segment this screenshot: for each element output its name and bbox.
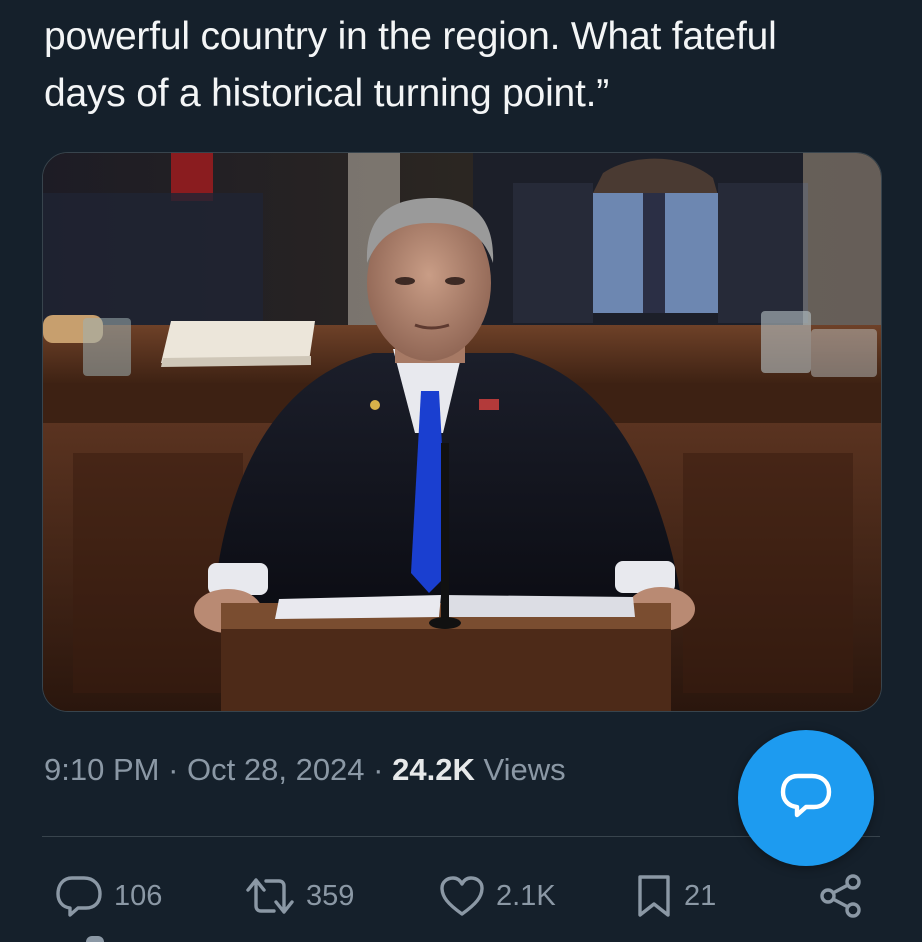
bookmark-count: 21 bbox=[684, 879, 717, 912]
share-button[interactable] bbox=[818, 872, 864, 920]
photo-illustration bbox=[43, 153, 881, 711]
tweet-text: powerful country in the region. What fat… bbox=[44, 8, 884, 122]
offscreen-element-peek bbox=[86, 936, 104, 942]
tweet-text-line-1: powerful country in the region. What fat… bbox=[44, 15, 777, 58]
views-count[interactable]: 24.2K bbox=[392, 752, 475, 787]
tweet-text-line-2: days of a historical turning point.” bbox=[44, 72, 610, 115]
bookmark-button[interactable]: 21 bbox=[634, 872, 716, 920]
like-count: 2.1K bbox=[496, 879, 556, 912]
share-icon bbox=[818, 873, 864, 919]
tweet-date[interactable]: Oct 28, 2024 bbox=[187, 752, 365, 787]
compose-reply-icon bbox=[778, 770, 834, 827]
reply-count: 106 bbox=[114, 879, 163, 912]
like-button[interactable]: 2.1K bbox=[438, 872, 556, 920]
tweet-timestamp: 9:10 PM · Oct 28, 2024 · 24.2K Views bbox=[44, 752, 566, 788]
views-label: Views bbox=[483, 752, 566, 787]
heart-icon bbox=[438, 874, 486, 918]
reply-icon bbox=[54, 874, 104, 918]
meta-separator: · bbox=[373, 752, 384, 787]
reply-button[interactable]: 106 bbox=[54, 872, 162, 920]
tweet-media-photo[interactable] bbox=[42, 152, 882, 712]
meta-separator: · bbox=[168, 752, 179, 787]
tweet-time[interactable]: 9:10 PM bbox=[44, 752, 159, 787]
bookmark-icon bbox=[634, 873, 674, 919]
retweet-icon bbox=[244, 874, 296, 918]
retweet-button[interactable]: 359 bbox=[244, 872, 354, 920]
compose-reply-fab[interactable] bbox=[738, 730, 874, 866]
retweet-count: 359 bbox=[306, 879, 355, 912]
